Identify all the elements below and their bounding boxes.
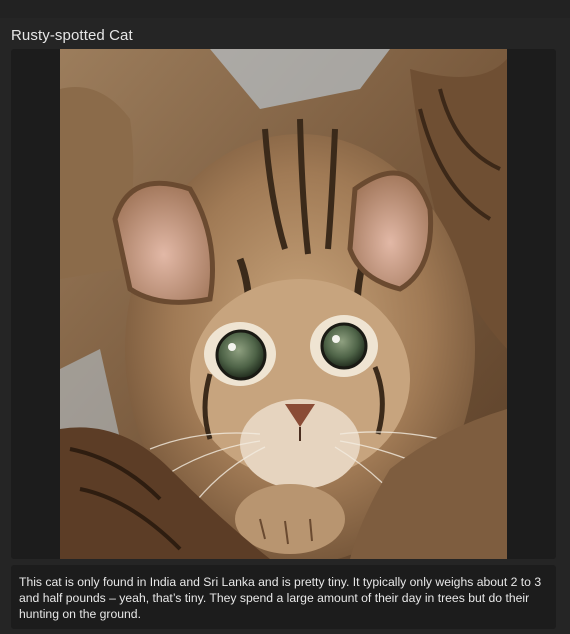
post-title: Rusty-spotted Cat — [11, 27, 133, 44]
photo-caption: This cat is only found in India and Sri … — [19, 575, 542, 621]
top-bar — [0, 0, 570, 18]
photo-frame — [11, 49, 556, 559]
caption-box: This cat is only found in India and Sri … — [11, 565, 556, 629]
cat-photo — [60, 49, 507, 559]
post-page: Rusty-spotted Cat This cat is only found… — [0, 0, 570, 634]
